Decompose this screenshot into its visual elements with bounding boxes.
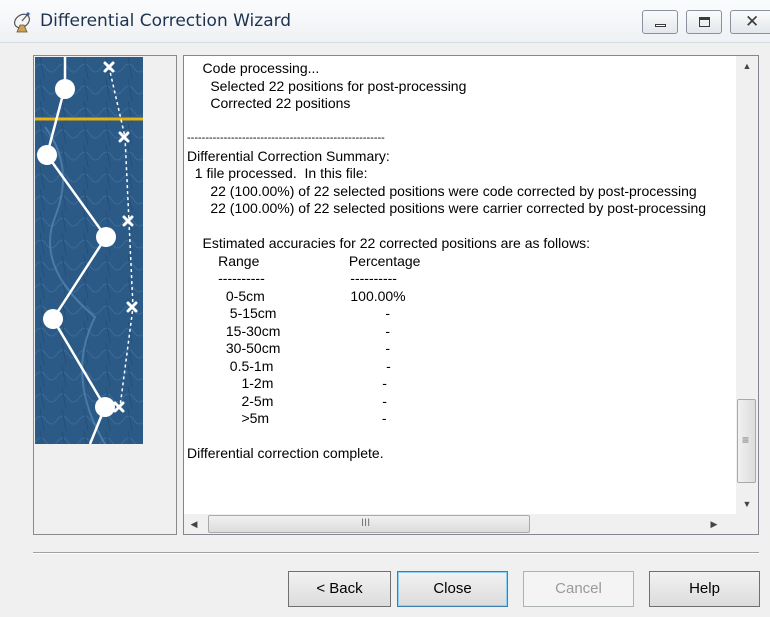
log-line: 1 file processed. In this file: [187,165,368,181]
close-window-button[interactable]: ✕ [730,10,770,34]
scroll-right-arrow-icon[interactable]: ▶ [704,514,724,534]
scrollbar-corner [736,514,758,534]
horizontal-scroll-thumb[interactable]: III [208,515,530,533]
vertical-scroll-thumb[interactable]: ≡ [737,399,756,483]
processing-log[interactable]: Code processing... Selected 22 positions… [183,55,759,535]
log-line: Differential Correction Summary: [187,147,390,164]
log-line: Code processing... [187,60,320,76]
scroll-down-arrow-icon[interactable]: ▼ [736,494,758,514]
log-line: ----------------------------------------… [187,132,385,144]
close-button[interactable]: Close [397,571,508,607]
back-button[interactable]: < Back [288,571,391,607]
log-line: >5m - [187,410,387,426]
log-line: 22 (100.00%) of 22 selected positions we… [187,200,707,216]
log-line: Estimated accuracies for 22 corrected po… [187,235,591,251]
satellite-dish-icon [13,12,31,33]
divider [33,552,759,554]
log-line: 5-15cm - [187,305,391,321]
close-icon: ✕ [745,12,760,32]
log-text: Code processing... Selected 22 positions… [187,60,736,511]
horizontal-scrollbar[interactable]: ◀ III ▶ [184,514,736,534]
log-line: 22 (100.00%) of 22 selected positions we… [187,182,697,199]
log-line: Corrected 22 positions [187,95,351,111]
cancel-button: Cancel [523,571,634,607]
maximize-button[interactable] [686,10,722,34]
log-line: 0.5-1m - [187,357,391,374]
log-line: Differential correction complete. [187,445,384,461]
vertical-scrollbar[interactable]: ▲ ≡ ▼ [736,56,758,514]
scroll-up-arrow-icon[interactable]: ▲ [736,56,758,76]
log-line: Selected 22 positions for post-processin… [187,77,467,94]
help-button[interactable]: Help [649,571,760,607]
wizard-side-graphic [33,55,177,535]
log-line: 15-30cm - [187,322,391,339]
log-line: Range Percentage [187,252,421,269]
scroll-left-arrow-icon[interactable]: ◀ [184,514,204,534]
title-bar: Differential Correction Wizard ✕ [0,0,770,43]
window-title: Differential Correction Wizard [40,11,292,31]
grip-icon: III [361,517,371,529]
log-line: 2-5m - [187,392,387,409]
gps-path-graphic [35,57,143,444]
grip-icon: ≡ [742,433,750,447]
log-line: 0-5cm 100.00% [187,287,406,304]
log-line: 1-2m - [187,375,387,391]
log-line: 30-50cm - [187,340,391,356]
minimize-button[interactable] [642,10,678,34]
log-line: ---------- ---------- [187,270,397,286]
